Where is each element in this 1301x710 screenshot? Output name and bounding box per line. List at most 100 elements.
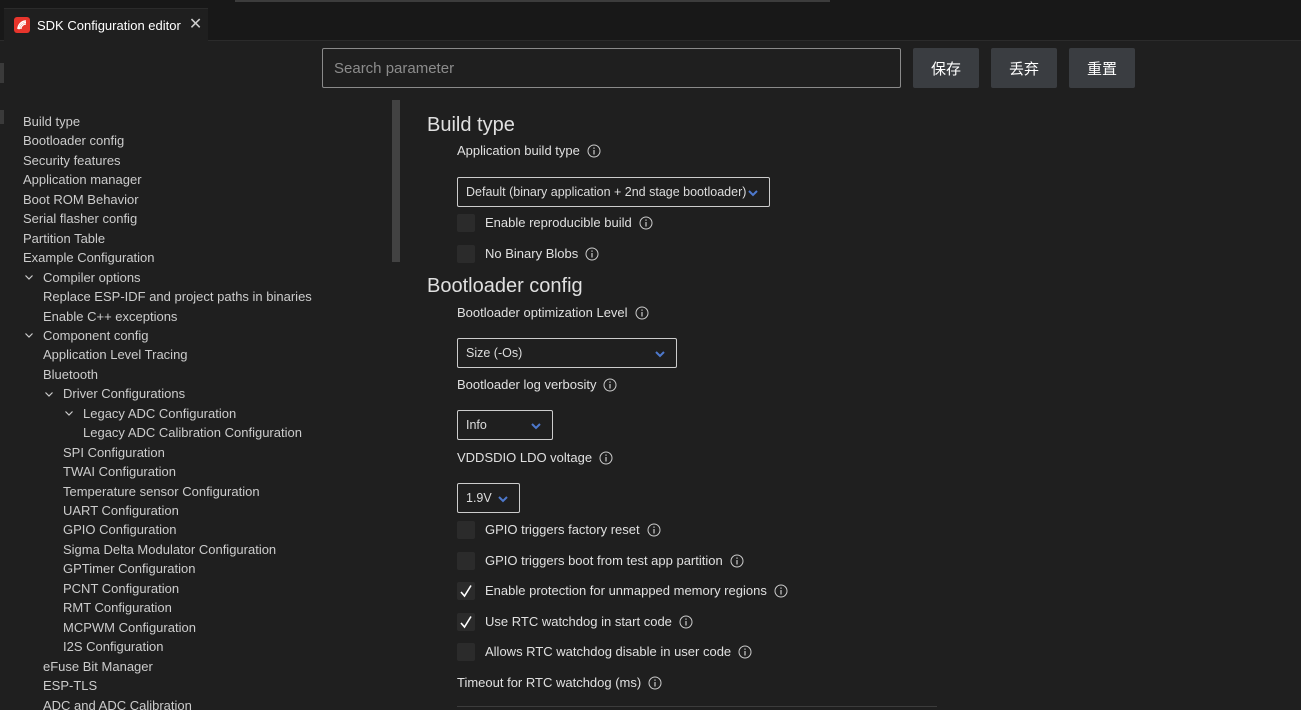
sidebar-item-label: eFuse Bit Manager <box>43 658 153 674</box>
sidebar-item[interactable]: Bluetooth <box>43 365 98 384</box>
info-icon[interactable] <box>738 645 752 659</box>
sidebar-item[interactable]: Example Configuration <box>23 248 155 267</box>
select-value: Info <box>466 418 487 432</box>
rtc-watchdog-disable-checkbox[interactable] <box>457 643 475 661</box>
info-icon[interactable] <box>603 378 617 392</box>
sidebar-item[interactable]: Boot ROM Behavior <box>23 190 139 209</box>
info-icon[interactable] <box>599 451 613 465</box>
info-icon[interactable] <box>587 144 601 158</box>
gpio-boot-test-app-checkbox[interactable] <box>457 552 475 570</box>
chevron-down-icon <box>498 496 508 503</box>
sidebar-item[interactable]: Application Level Tracing <box>43 345 188 364</box>
vddsdio-ldo-voltage-select[interactable]: 1.9V <box>457 483 520 513</box>
tab-bar-divider <box>235 0 830 2</box>
param-label-text: Bootloader log verbosity <box>457 377 597 392</box>
chevron-down-icon[interactable] <box>63 407 75 419</box>
sidebar-item[interactable]: Legacy ADC Configuration <box>63 404 236 423</box>
sidebar-item[interactable]: GPTimer Configuration <box>63 559 195 578</box>
checkbox-label-text: Enable reproducible build <box>485 215 632 230</box>
sidebar-item[interactable]: ESP-TLS <box>43 676 97 695</box>
gpio-factory-reset-label: GPIO triggers factory reset <box>485 522 661 537</box>
select-value: 1.9V <box>466 491 492 505</box>
sidebar-item-label: Build type <box>23 114 81 129</box>
sidebar-item-label: MCPWM Configuration <box>63 619 196 635</box>
info-icon[interactable] <box>639 216 653 230</box>
sidebar-item[interactable]: Security features <box>23 151 121 170</box>
sidebar-item[interactable]: MCPWM Configuration <box>63 618 196 637</box>
param-label-text: VDDSDIO LDO voltage <box>457 450 593 465</box>
sidebar-item-label: Partition Table <box>23 230 106 246</box>
sidebar-item[interactable]: Legacy ADC Calibration Configuration <box>83 423 302 442</box>
sidebar-item[interactable]: PCNT Configuration <box>63 579 179 598</box>
sidebar-item[interactable]: eFuse Bit Manager <box>43 657 153 676</box>
checkmark-icon <box>460 585 472 598</box>
sidebar-item-label: Bootloader config <box>23 133 125 149</box>
rtc-watchdog-start-checkbox[interactable] <box>457 613 475 631</box>
sidebar-item[interactable]: GPIO Configuration <box>63 520 176 539</box>
bootloader-opt-level-select[interactable]: Size (-Os) <box>457 338 677 368</box>
info-icon[interactable] <box>648 676 662 690</box>
reproducible-build-checkbox[interactable] <box>457 214 475 232</box>
section-title-bootloader-config: Bootloader config <box>427 275 583 297</box>
info-icon[interactable] <box>774 584 788 598</box>
select-value: Size (-Os) <box>466 346 523 360</box>
sidebar-item[interactable]: Component config <box>23 326 149 345</box>
no-binary-blobs-checkbox[interactable] <box>457 245 475 263</box>
tab-sdk-config-editor[interactable]: SDK Configuration editor ✕ <box>4 8 208 42</box>
sidebar-item-label: I2S Configuration <box>63 639 164 655</box>
sidebar-item[interactable]: RMT Configuration <box>63 598 172 617</box>
info-icon[interactable] <box>585 247 599 261</box>
sidebar-item[interactable]: SPI Configuration <box>63 443 165 462</box>
sidebar-item[interactable]: Driver Configurations <box>43 384 185 403</box>
info-icon[interactable] <box>679 615 693 629</box>
sidebar-scrollbar[interactable] <box>392 100 400 262</box>
sidebar-item-label: Compiler options <box>43 269 141 285</box>
sidebar-item[interactable]: Sigma Delta Modulator Configuration <box>63 540 276 559</box>
checkbox-label-text: Use RTC watchdog in start code <box>485 614 672 629</box>
sidebar-item-label: Serial flasher config <box>23 211 138 227</box>
editor-tab-bar: SDK Configuration editor ✕ <box>0 0 1301 42</box>
bootloader-log-verbosity-select[interactable]: Info <box>457 410 553 440</box>
checkbox-label-text: Enable protection for unmapped memory re… <box>485 583 767 598</box>
save-button[interactable]: 保存 <box>913 48 979 88</box>
search-input[interactable] <box>322 48 901 88</box>
sidebar-item[interactable]: Serial flasher config <box>23 209 137 228</box>
param-label-bootloader-opt: Bootloader optimization Level <box>457 305 649 320</box>
sidebar-item[interactable]: Enable C++ exceptions <box>43 307 177 326</box>
sidebar-item-label: GPTimer Configuration <box>63 561 196 577</box>
sidebar-item-label: ESP-TLS <box>43 678 98 694</box>
sidebar-item[interactable]: Compiler options <box>23 268 141 287</box>
sidebar-item[interactable]: Build type <box>23 112 80 131</box>
reproducible-build-label: Enable reproducible build <box>485 215 653 230</box>
discard-button[interactable]: 丢弃 <box>991 48 1057 88</box>
chevron-down-icon <box>655 351 665 358</box>
sidebar-item-label: TWAI Configuration <box>63 464 176 480</box>
sidebar-item[interactable]: Partition Table <box>23 229 105 248</box>
sidebar-item[interactable]: TWAI Configuration <box>63 462 176 481</box>
sidebar-item[interactable]: Application manager <box>23 170 142 189</box>
sidebar-item-label: Legacy ADC Configuration <box>83 405 237 421</box>
app-build-type-select[interactable]: Default (binary application + 2nd stage … <box>457 177 770 207</box>
info-icon[interactable] <box>730 554 744 568</box>
sidebar-item[interactable]: Bootloader config <box>23 131 124 150</box>
rtc-timeout-input[interactable] <box>457 706 937 710</box>
sidebar-item-label: Security features <box>23 152 121 168</box>
sidebar-item[interactable]: ADC and ADC Calibration <box>43 696 192 710</box>
sidebar-item[interactable]: Replace ESP-IDF and project paths in bin… <box>43 287 312 306</box>
close-icon[interactable]: ✕ <box>189 17 202 33</box>
gpio-factory-reset-checkbox[interactable] <box>457 521 475 539</box>
sidebar-item[interactable]: I2S Configuration <box>63 637 163 656</box>
reset-button[interactable]: 重置 <box>1069 48 1135 88</box>
chevron-down-icon[interactable] <box>23 271 35 283</box>
chevron-down-icon[interactable] <box>23 329 35 341</box>
sidebar-item-label: Application Level Tracing <box>43 347 188 363</box>
sidebar-item[interactable]: Temperature sensor Configuration <box>63 482 260 501</box>
sidebar-item-label: GPIO Configuration <box>63 522 177 538</box>
chevron-down-icon[interactable] <box>43 388 55 400</box>
info-icon[interactable] <box>647 523 661 537</box>
unmapped-memory-protection-checkbox[interactable] <box>457 582 475 600</box>
sidebar-item-label: ADC and ADC Calibration <box>43 697 192 710</box>
info-icon[interactable] <box>635 306 649 320</box>
activity-marker <box>0 63 4 83</box>
sidebar-item[interactable]: UART Configuration <box>63 501 179 520</box>
